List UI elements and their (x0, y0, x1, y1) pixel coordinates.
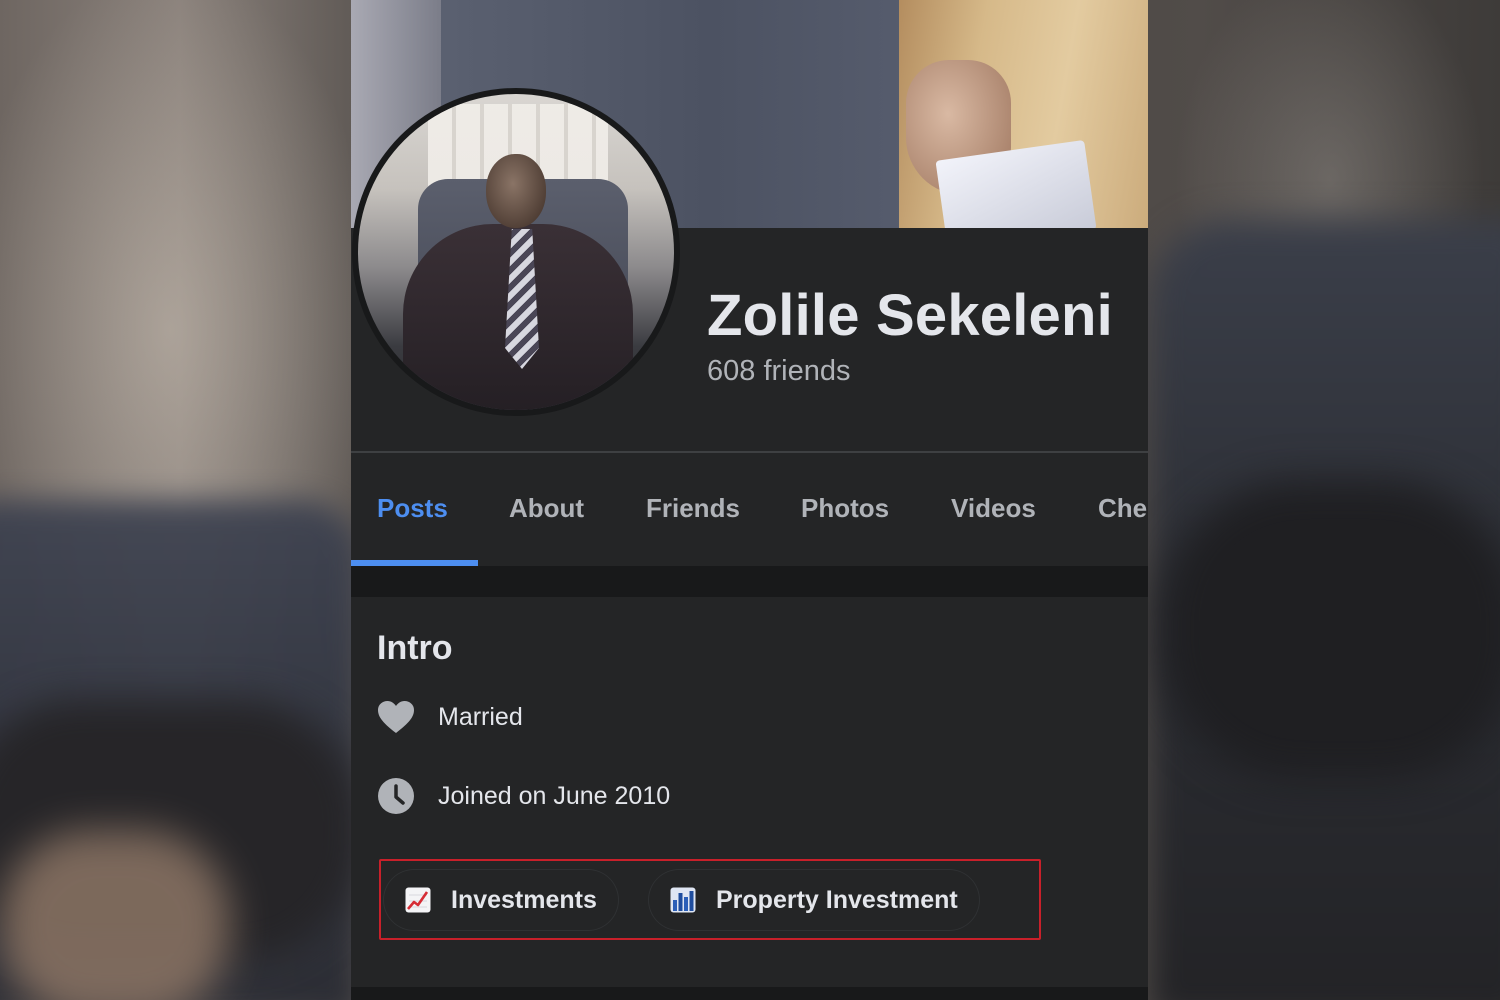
tab-check-ins[interactable]: Che (1098, 493, 1147, 524)
profile-photo (358, 94, 674, 410)
intro-item-joined: Joined on June 2010 (377, 776, 670, 816)
interest-label: Property Investment (716, 885, 958, 914)
background-arm-right (1160, 480, 1500, 780)
avatar[interactable] (352, 88, 680, 416)
heart-icon (377, 698, 415, 736)
chart-increasing-icon (405, 887, 431, 913)
tab-about[interactable]: About (509, 493, 584, 524)
photo-person-head (486, 154, 546, 228)
background-hand-left (0, 830, 230, 1000)
profile-tabs: Posts About Friends Photos Videos Che (351, 453, 1148, 566)
bar-chart-icon (670, 887, 696, 913)
tab-posts[interactable]: Posts (377, 493, 448, 524)
relationship-status: Married (438, 702, 523, 731)
intro-title: Intro (377, 629, 453, 667)
highlighted-interests: Investments Property Investment (379, 859, 1041, 940)
intro-item-relationship: Married (377, 697, 523, 737)
section-gap-bottom (351, 987, 1148, 1000)
interest-chip-investments[interactable]: Investments (383, 869, 619, 931)
clock-icon (377, 777, 415, 815)
interest-label: Investments (451, 885, 597, 914)
joined-date: Joined on June 2010 (438, 781, 671, 810)
friends-count[interactable]: 608 friends (707, 355, 851, 388)
section-gap (351, 566, 1148, 597)
intro-card: Intro Married Joined on June 2010 Invest… (351, 597, 1148, 987)
profile-name: Zolile Sekeleni (707, 283, 1113, 348)
tab-photos[interactable]: Photos (801, 493, 889, 524)
tab-friends[interactable]: Friends (646, 493, 740, 524)
profile-screenshot: Zolile Sekeleni 608 friends Posts About … (351, 0, 1148, 1000)
interest-chip-property-investment[interactable]: Property Investment (648, 869, 980, 931)
tab-videos[interactable]: Videos (951, 493, 1036, 524)
